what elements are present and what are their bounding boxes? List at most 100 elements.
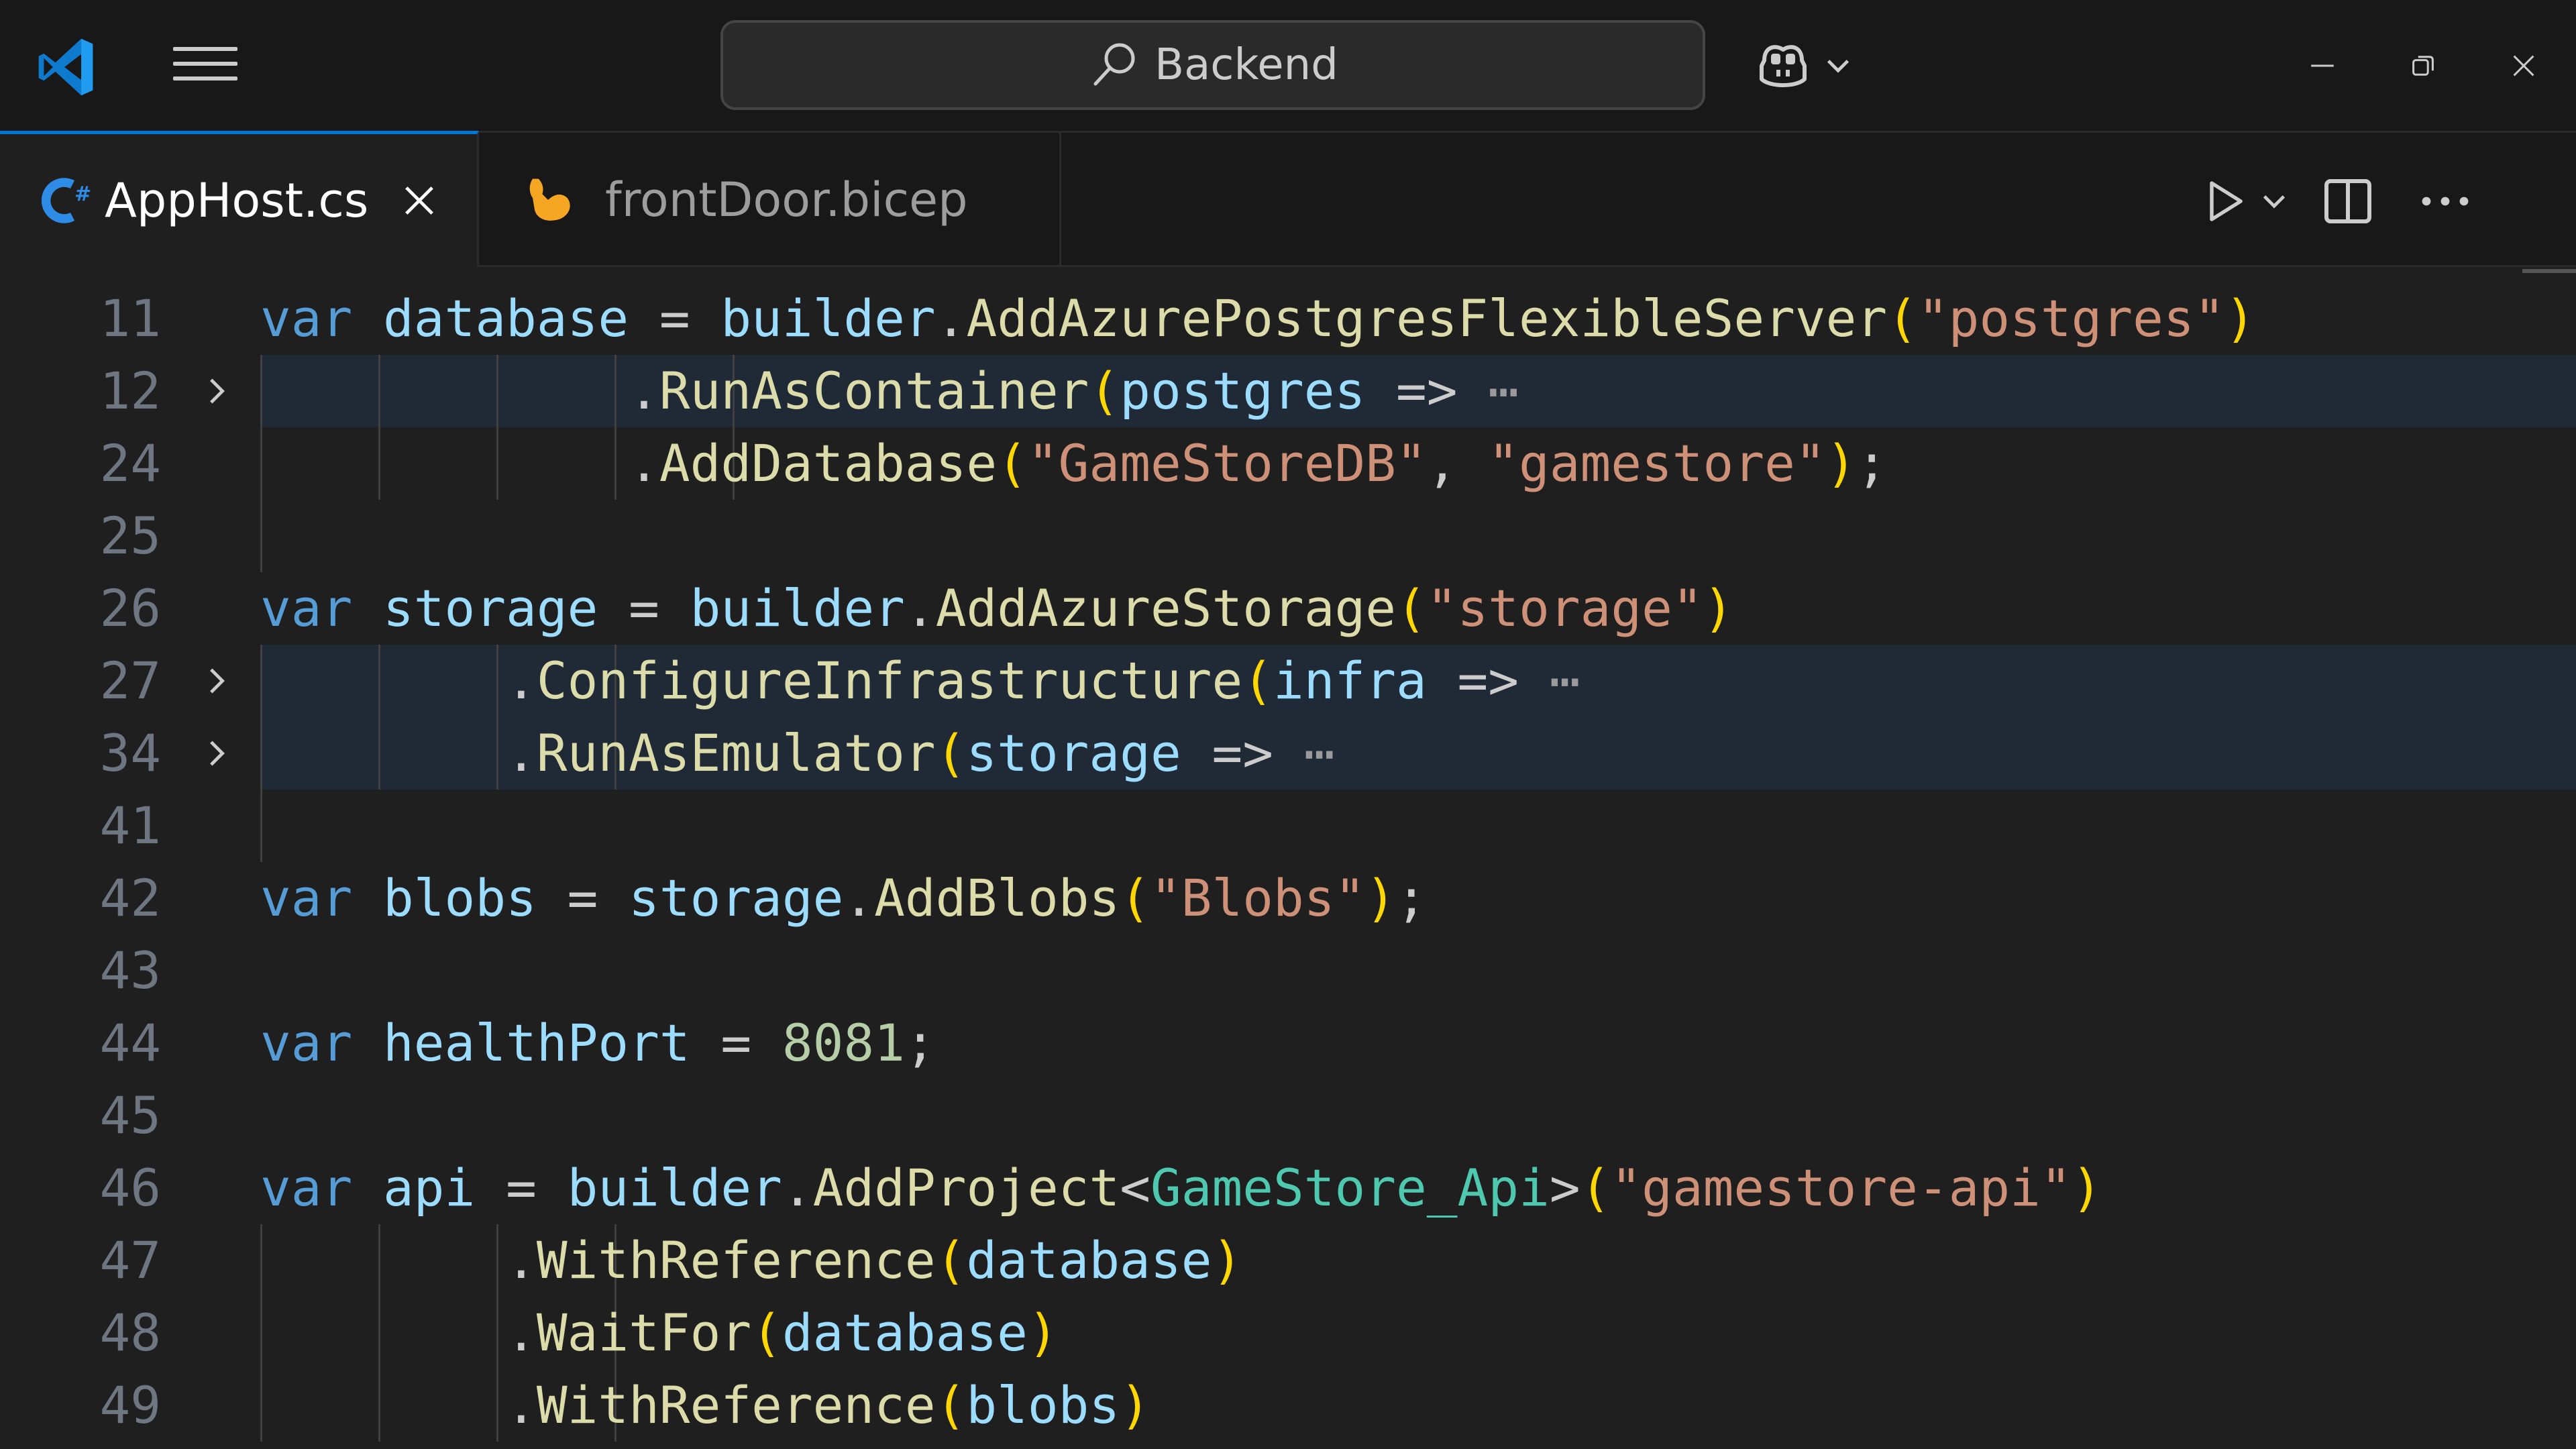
code-token: ( [935, 1230, 967, 1290]
code-token: < [1120, 1158, 1150, 1218]
code-token: "Blobs" [1150, 868, 1366, 928]
vscode-logo-icon[interactable] [34, 35, 98, 99]
code-token: = [629, 288, 721, 348]
chevron-right-icon[interactable] [200, 737, 232, 769]
line-number: 25 [99, 506, 161, 566]
code-editor[interactable]: 11 var database = builder.AddAzurePostgre… [0, 269, 2576, 1449]
code-token: storage [966, 723, 1181, 783]
code-token: builder [690, 578, 905, 638]
code-token: var [260, 1013, 353, 1073]
code-line[interactable]: 44 var healthPort = 8081; [0, 1007, 2576, 1079]
code-token: postgres [1120, 361, 1366, 421]
minimize-button[interactable] [2282, 34, 2363, 98]
code-line[interactable]: 25 [0, 500, 2576, 572]
restore-button[interactable] [2383, 34, 2463, 98]
more-actions-icon [2422, 197, 2469, 206]
code-token: builder [720, 288, 936, 348]
code-token: ( [935, 1375, 967, 1435]
code-token: . [260, 723, 537, 783]
code-token: WithReference [536, 1375, 936, 1435]
code-token: ; [1856, 433, 1888, 493]
line-number: 34 [99, 723, 161, 783]
restore-icon [2412, 56, 2434, 76]
code-token: ( [997, 433, 1028, 493]
code-token: . [782, 1158, 813, 1218]
tab-apphost-cs[interactable]: # AppHost.cs [0, 131, 479, 267]
code-line[interactable]: 49 .WithReference(blobs) [0, 1369, 2576, 1442]
code-token: ) [1365, 868, 1397, 928]
code-token: builder [567, 1158, 782, 1218]
code-token: ⋯ [1488, 361, 1519, 421]
title-bar: Backend [0, 0, 2576, 133]
code-token: . [935, 288, 967, 348]
code-token: ⋯ [1549, 651, 1580, 710]
chevron-down-icon [2263, 195, 2286, 209]
editor-scrollbar[interactable] [2522, 269, 2576, 273]
hamburger-menu-icon[interactable] [173, 47, 237, 87]
code-line[interactable]: 11 var database = builder.AddAzurePostgre… [0, 282, 2576, 355]
bicep-file-icon [529, 178, 570, 221]
code-token: 8081 [782, 1013, 905, 1073]
close-tab-icon[interactable] [398, 179, 441, 222]
code-token: ) [1825, 433, 1857, 493]
line-number: 41 [99, 796, 161, 855]
code-token: ) [1027, 1303, 1059, 1362]
code-line[interactable]: 42 var blobs = storage.AddBlobs("Blobs"); [0, 862, 2576, 934]
code-text: .WithReference(blobs) [260, 1369, 1150, 1442]
code-token: AddAzurePostgresFlexibleServer [966, 288, 1888, 348]
code-line[interactable]: 41 [0, 790, 2576, 862]
code-text: .ConfigureInfrastructure(infra => ⋯ [260, 645, 1580, 717]
command-center-search[interactable]: Backend [720, 20, 1705, 110]
chevron-right-icon[interactable] [200, 665, 232, 697]
copilot-button[interactable] [1751, 34, 1872, 98]
code-line[interactable]: 12 .RunAsContainer(postgres => ⋯ [0, 355, 2576, 427]
code-text: var storage = builder.AddAzureStorage("s… [260, 572, 1733, 645]
code-token: ; [904, 1013, 936, 1073]
line-number: 27 [99, 651, 161, 710]
run-dropdown-button[interactable] [2254, 161, 2294, 241]
code-line[interactable]: 24 .AddDatabase("GameStoreDB", "gamestor… [0, 427, 2576, 500]
code-token: database [966, 1230, 1212, 1290]
code-token: var [260, 578, 353, 638]
code-token: => [1181, 723, 1304, 783]
split-editor-icon [2324, 179, 2371, 223]
code-line[interactable]: 26 var storage = builder.AddAzureStorage(… [0, 572, 2576, 645]
code-token: healthPort [383, 1013, 690, 1073]
code-line[interactable]: 46 var api = builder.AddProject<GameStore… [0, 1152, 2576, 1224]
command-center-label: Backend [1155, 40, 1338, 90]
code-token: var [260, 1158, 353, 1218]
line-number: 11 [99, 288, 161, 348]
code-token: . [260, 361, 659, 421]
code-token: = [598, 578, 690, 638]
line-number: 24 [99, 433, 161, 493]
line-number: 26 [99, 578, 161, 638]
code-line[interactable]: 27 .ConfigureInfrastructure(infra => ⋯ [0, 645, 2576, 717]
split-editor-button[interactable] [2294, 161, 2402, 241]
code-line[interactable]: 47 .WithReference(database) [0, 1224, 2576, 1297]
more-actions-button[interactable] [2402, 161, 2489, 241]
run-button[interactable] [2194, 161, 2254, 241]
code-token: ( [1120, 868, 1150, 928]
code-text: var database = builder.AddAzurePostgresF… [260, 282, 2255, 355]
code-line[interactable]: 48 .WaitFor(database) [0, 1297, 2576, 1369]
chevron-right-icon[interactable] [200, 375, 232, 407]
minimize-icon [2311, 64, 2334, 67]
code-token: AddAzureStorage [935, 578, 1397, 638]
search-icon [1093, 43, 1135, 86]
close-window-button[interactable] [2483, 34, 2564, 98]
line-number: 48 [99, 1303, 161, 1362]
code-line[interactable]: 43 [0, 934, 2576, 1007]
code-line[interactable]: 34 .RunAsEmulator(storage => ⋯ [0, 717, 2576, 790]
code-token: => [1426, 651, 1550, 710]
tab-label: frontDoor.bicep [605, 172, 968, 227]
tab-frontdoor-bicep[interactable]: frontDoor.bicep [479, 133, 1061, 267]
code-line[interactable]: 45 [0, 1079, 2576, 1152]
code-token: = [475, 1158, 568, 1218]
code-token: infra [1273, 651, 1427, 710]
code-token: "gamestore-api" [1611, 1158, 2072, 1218]
code-token: = [690, 1013, 782, 1073]
editor-actions [2194, 161, 2489, 241]
